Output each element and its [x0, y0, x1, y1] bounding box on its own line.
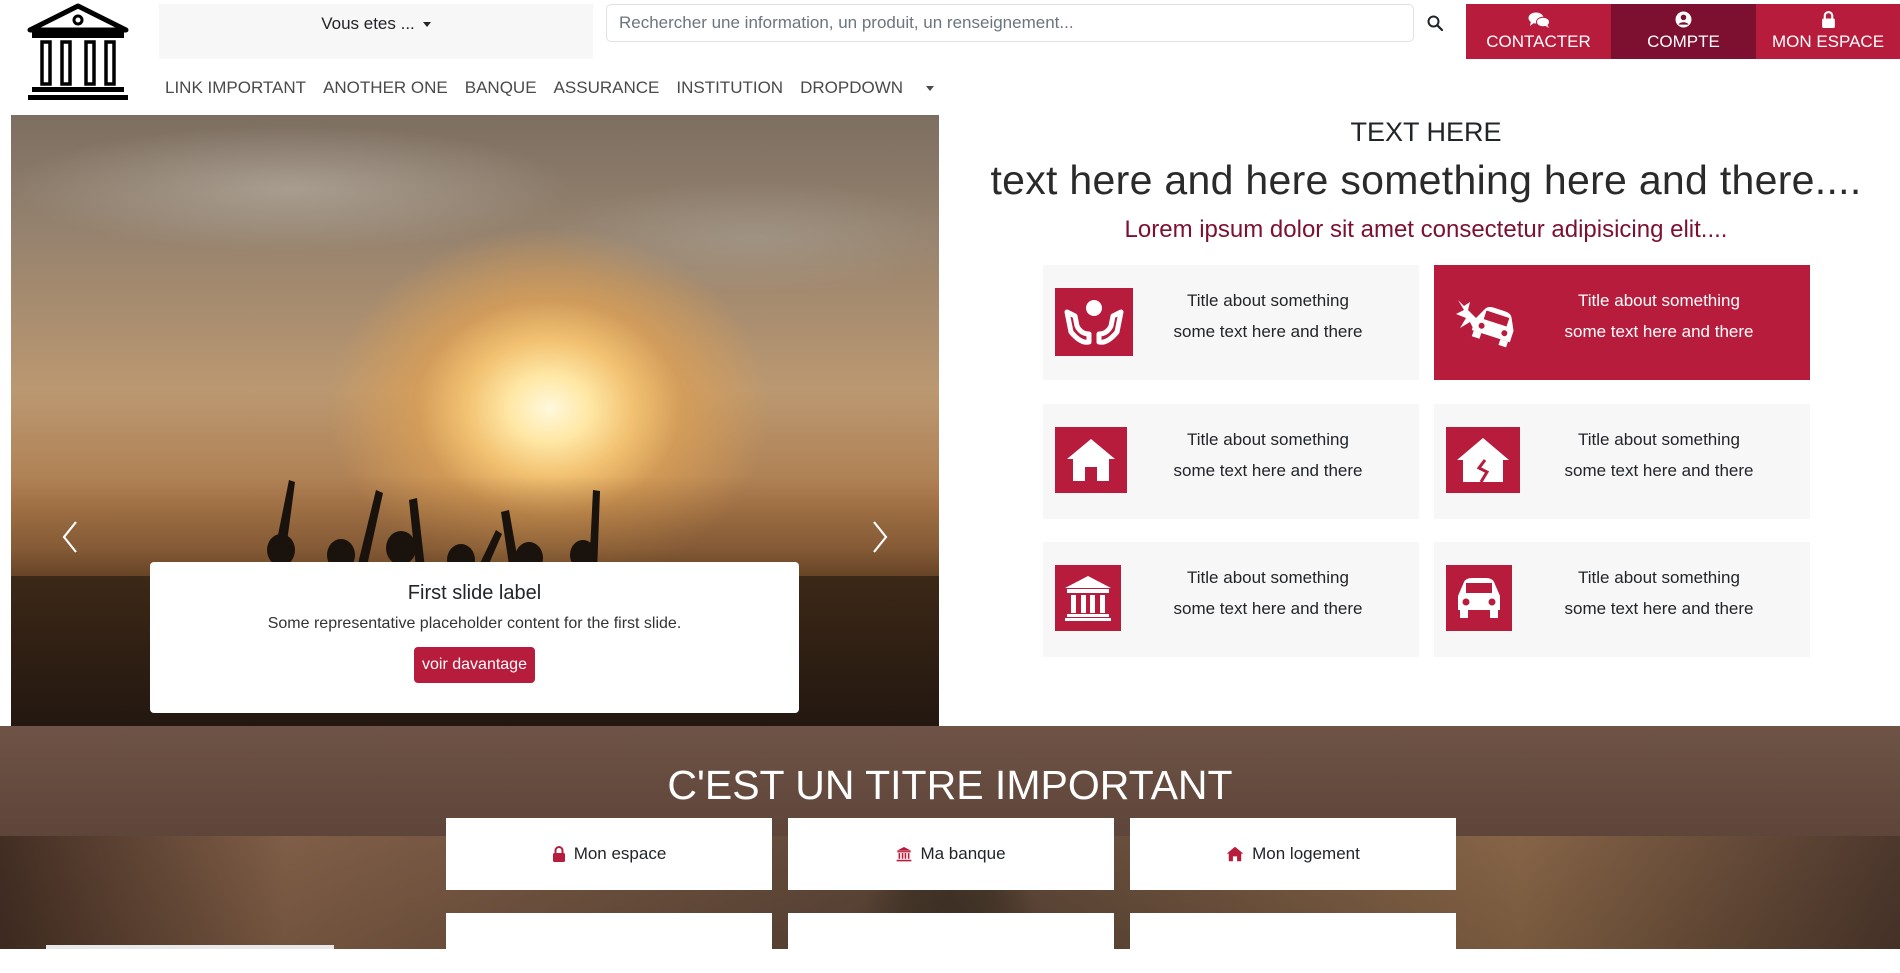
nav-link-assurance[interactable]: ASSURANCE [554, 78, 660, 98]
bank-icon-box [1055, 565, 1121, 631]
user-icon [1675, 11, 1692, 28]
contact-button[interactable]: CONTACTER [1466, 4, 1611, 59]
service-card-description: some text here and there [1173, 461, 1363, 480]
house-icon-box [1055, 427, 1127, 493]
tile-partial[interactable] [788, 913, 1114, 973]
tile-mon-espace[interactable]: Mon espace [446, 818, 772, 890]
carousel-next-button[interactable] [871, 520, 889, 559]
nav-link-another[interactable]: ANOTHER ONE [323, 78, 448, 98]
house-damage-icon-box [1446, 427, 1520, 493]
service-card[interactable]: Title about something some text here and… [1434, 404, 1810, 519]
service-card[interactable]: Title about something some text here and… [1043, 542, 1419, 657]
service-card[interactable]: Title about something some text here and… [1043, 265, 1419, 380]
hands-care-icon [1064, 300, 1124, 345]
service-card-text: Title about something some text here and… [1133, 424, 1403, 486]
service-card-description: some text here and there [1564, 461, 1754, 480]
account-label: COMPTE [1647, 32, 1720, 51]
search-button[interactable] [1418, 4, 1452, 42]
bank-icon [897, 846, 912, 862]
house-icon [1067, 439, 1115, 481]
service-card[interactable]: Title about something some text here and… [1043, 404, 1419, 519]
search-icon [1427, 15, 1443, 31]
profile-dropdown-label: Vous etes ... [321, 14, 415, 33]
service-card-text: Title about something some text here and… [1524, 424, 1794, 486]
car-crash-icon [1456, 300, 1514, 348]
chevron-down-icon [926, 86, 935, 92]
account-button[interactable]: COMPTE [1611, 4, 1756, 59]
voir-davantage-button[interactable]: voir davantage [414, 647, 535, 683]
bank-logo[interactable] [26, 2, 130, 102]
tile-partial[interactable] [1130, 913, 1456, 973]
bank-icon [1065, 576, 1111, 621]
house-damage-icon [1457, 438, 1509, 483]
tile-partial[interactable] [446, 913, 772, 973]
contact-label: CONTACTER [1486, 31, 1591, 51]
profile-dropdown[interactable]: Vous etes ... [159, 4, 593, 59]
car-crash-icon-box [1446, 288, 1524, 356]
important-section-title: C'EST UN TITRE IMPORTANT [667, 762, 1233, 808]
service-card-text: Title about something some text here and… [1133, 562, 1403, 624]
service-card-description: some text here and there [1173, 599, 1363, 618]
my-space-label: MON ESPACE [1771, 32, 1885, 51]
nav-link-institution[interactable]: INSTITUTION [676, 78, 783, 98]
service-card-description: some text here and there [1564, 322, 1754, 341]
service-card-text: Title about something some text here and… [1133, 285, 1403, 347]
service-card-active[interactable]: Title about something some text here and… [1434, 265, 1810, 380]
my-space-button[interactable]: MON ESPACE [1756, 4, 1900, 59]
service-card-title: Title about something [1578, 291, 1740, 310]
tile-mon-logement[interactable]: Mon logement [1130, 818, 1456, 890]
bank-logo-icon [27, 3, 129, 100]
tile-label: Mon espace [573, 844, 667, 863]
caption-title: First slide label [407, 582, 542, 604]
nav-link-banque[interactable]: BANQUE [465, 78, 537, 98]
section-lead: Lorem ipsum dolor sit amet consectetur a… [1124, 216, 1728, 243]
service-card-title: Title about something [1187, 430, 1349, 449]
service-card-title: Title about something [1187, 291, 1349, 310]
car-icon-box [1446, 565, 1512, 631]
house-icon [1226, 846, 1244, 862]
lock-icon [552, 846, 565, 862]
section-title: TEXT HERE [1350, 117, 1502, 147]
nav-dropdown[interactable]: DROPDOWN [800, 78, 951, 98]
car-icon [1458, 578, 1500, 618]
tile-label: Mon logement [1252, 844, 1360, 863]
service-card-description: some text here and there [1564, 599, 1754, 618]
carousel-prev-button[interactable] [61, 520, 79, 559]
service-card[interactable]: Title about something some text here and… [1434, 542, 1810, 657]
hands-care-icon-box [1055, 288, 1133, 356]
section-subtitle: text here and here something here and th… [990, 157, 1862, 203]
main-nav: LINK IMPORTANT ANOTHER ONE BANQUE ASSURA… [165, 78, 968, 98]
tile-ma-banque[interactable]: Ma banque [788, 818, 1114, 890]
nav-dropdown-label: DROPDOWN [800, 78, 904, 97]
service-card-text: Title about something some text here and… [1524, 562, 1794, 624]
lock-icon [1821, 11, 1835, 28]
chevron-left-icon [62, 521, 77, 553]
chevron-down-icon [422, 22, 431, 27]
tile-label: Ma banque [920, 844, 1006, 863]
service-card-title: Title about something [1187, 568, 1349, 587]
service-card-text: Title about something some text here and… [1524, 285, 1794, 347]
service-card-title: Title about something [1578, 568, 1740, 587]
carousel-caption: First slide label Some representative pl… [150, 562, 799, 713]
nav-link-important[interactable]: LINK IMPORTANT [165, 78, 306, 98]
caption-text: Some representative placeholder content … [267, 615, 682, 632]
service-card-title: Title about something [1578, 430, 1740, 449]
search-placeholder: Rechercher une information, un produit, … [619, 13, 1074, 32]
chat-icon [1528, 12, 1550, 28]
horizontal-scrollbar[interactable] [46, 945, 334, 949]
search-input[interactable]: Rechercher une information, un produit, … [606, 4, 1414, 42]
service-card-description: some text here and there [1173, 322, 1363, 341]
chevron-right-icon [873, 521, 888, 553]
